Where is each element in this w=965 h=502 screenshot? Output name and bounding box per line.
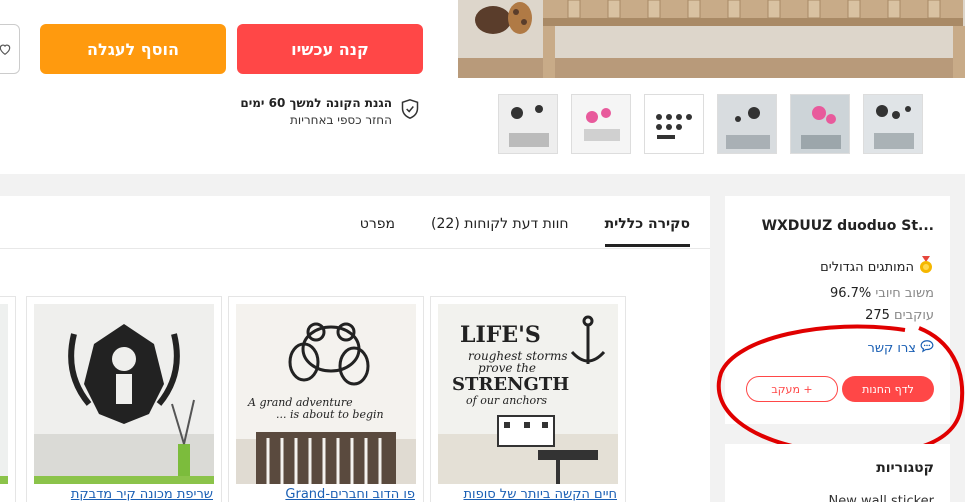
- shield-check-icon: [400, 98, 420, 124]
- recommended-image-3: [34, 304, 214, 484]
- thumbnail-1[interactable]: [498, 94, 558, 154]
- tab-specs[interactable]: מפרט: [360, 216, 395, 247]
- add-to-cart-button[interactable]: הוסף לעגלה: [40, 24, 226, 74]
- buyer-protection-title: הגנת הקונה למשך 60 ימים: [240, 96, 392, 110]
- thumbnail-2[interactable]: [571, 94, 631, 154]
- recommended-card-3[interactable]: שריפת מכונה קיר מדבקת: [26, 296, 222, 502]
- thumbnail-3[interactable]: [644, 94, 704, 154]
- main-product-image[interactable]: [458, 0, 965, 78]
- top-brand-badge: המותגים הגדולים: [820, 256, 934, 278]
- detail-tabs: סקירה כללית חוות דעת לקוחות (22) מפרט: [360, 216, 690, 247]
- recommended-card-1[interactable]: LIFE'S roughest storms prove the STRENGT…: [430, 296, 626, 502]
- top-brand-label: המותגים הגדולים: [820, 259, 914, 275]
- svg-text:STRENGTH: STRENGTH: [452, 374, 569, 395]
- tab-overview[interactable]: סקירה כללית: [604, 216, 690, 247]
- positive-feedback-value: 96.7%: [829, 286, 872, 301]
- svg-text:LIFE'S: LIFE'S: [460, 322, 541, 348]
- thumbnail-4[interactable]: [717, 94, 777, 154]
- tab-divider: [0, 248, 710, 249]
- buy-now-button[interactable]: קנה עכשיו: [237, 24, 423, 74]
- thumbnail-6[interactable]: [863, 94, 923, 154]
- recommended-image-4: [0, 304, 8, 484]
- categories-title: קטגוריות: [876, 460, 934, 476]
- recommended-title-2[interactable]: פו הדוב וחברים-Grand: [237, 487, 415, 502]
- svg-text:... is about to begin: ... is about to begin: [276, 408, 384, 421]
- positive-feedback: משוב חיובי 96.7%: [830, 286, 934, 301]
- product-page: הוסף לעגלה קנה עכשיו הגנת הקונה למשך 60 …: [0, 0, 965, 502]
- recommended-image-2: A grand adventure ... is about to begin: [236, 304, 416, 484]
- svg-text:of our anchors: of our anchors: [466, 394, 547, 407]
- tab-reviews[interactable]: חוות דעת לקוחות (22): [431, 216, 569, 247]
- recommended-image-1: LIFE'S roughest storms prove the STRENGT…: [438, 304, 618, 484]
- svg-text:prove the: prove the: [478, 361, 536, 375]
- categories-panel: קטגוריות New wall sticker: [725, 444, 950, 502]
- category-item[interactable]: New wall sticker: [829, 494, 934, 502]
- heart-icon: [0, 41, 12, 60]
- medal-icon: [918, 256, 934, 278]
- wishlist-button[interactable]: [0, 24, 20, 74]
- recommended-title-3[interactable]: שריפת מכונה קיר מדבקת: [35, 487, 213, 502]
- buyer-protection-subtitle: החזר כספי באחריות: [290, 113, 392, 127]
- product-details-panel: סקירה כללית חוות דעת לקוחות (22) מפרט LI…: [0, 196, 710, 502]
- recommended-card-2[interactable]: A grand adventure ... is about to begin …: [228, 296, 424, 502]
- thumbnail-5[interactable]: [790, 94, 850, 154]
- positive-feedback-label: משוב חיובי: [875, 286, 934, 301]
- store-name[interactable]: WXDUUZ duoduo St...: [762, 218, 934, 234]
- recommended-title-1[interactable]: חיים הקשה ביותר של סופות: [439, 487, 617, 502]
- thumbnail-strip: [498, 94, 923, 154]
- recommended-card-4[interactable]: [0, 296, 16, 502]
